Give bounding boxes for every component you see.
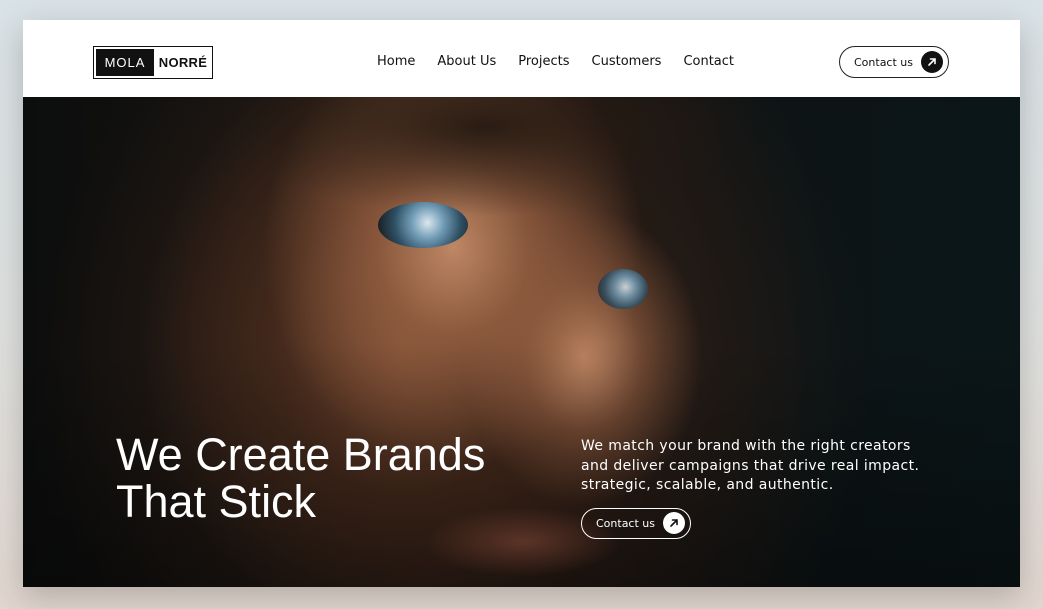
hero-contact-button[interactable]: Contact us (581, 508, 691, 539)
brand-logo[interactable]: MOLA NORRÉ (93, 46, 213, 79)
hero-headline: We Create Brands That Stick (116, 431, 485, 525)
nav-item-home[interactable]: Home (377, 54, 415, 69)
page-frame: MOLA NORRÉ Home About Us Projects Custom… (23, 20, 1020, 587)
nav-item-contact[interactable]: Contact (683, 54, 734, 69)
nav-item-customers[interactable]: Customers (592, 54, 662, 69)
nav-item-about-us[interactable]: About Us (437, 54, 496, 69)
hero-headline-line1: We Create Brands (116, 429, 486, 480)
arrow-up-right-icon (921, 50, 943, 73)
main-nav: Home About Us Projects Customers Contact (377, 54, 734, 69)
hero-blurb-line3: strategic, scalable, and authentic. (581, 477, 834, 493)
logo-left-word: MOLA (96, 49, 154, 76)
hero-section: We Create Brands That Stick We match you… (23, 97, 1020, 587)
arrow-up-right-icon (663, 512, 685, 534)
hero-blurb-line1: We match your brand with the right creat… (581, 438, 911, 454)
header-contact-button[interactable]: Contact us (839, 46, 949, 78)
hero-blurb-line2: and deliver campaigns that drive real im… (581, 457, 920, 474)
hero-headline-line2: That Stick (116, 476, 317, 527)
header-contact-label: Contact us (854, 55, 913, 69)
logo-right-word: NORRÉ (158, 55, 208, 70)
hero-contact-label: Contact us (596, 517, 655, 530)
nav-item-projects[interactable]: Projects (518, 54, 569, 69)
site-header: MOLA NORRÉ Home About Us Projects Custom… (23, 20, 1020, 97)
hero-blurb: We match your brand with the right creat… (581, 437, 921, 496)
